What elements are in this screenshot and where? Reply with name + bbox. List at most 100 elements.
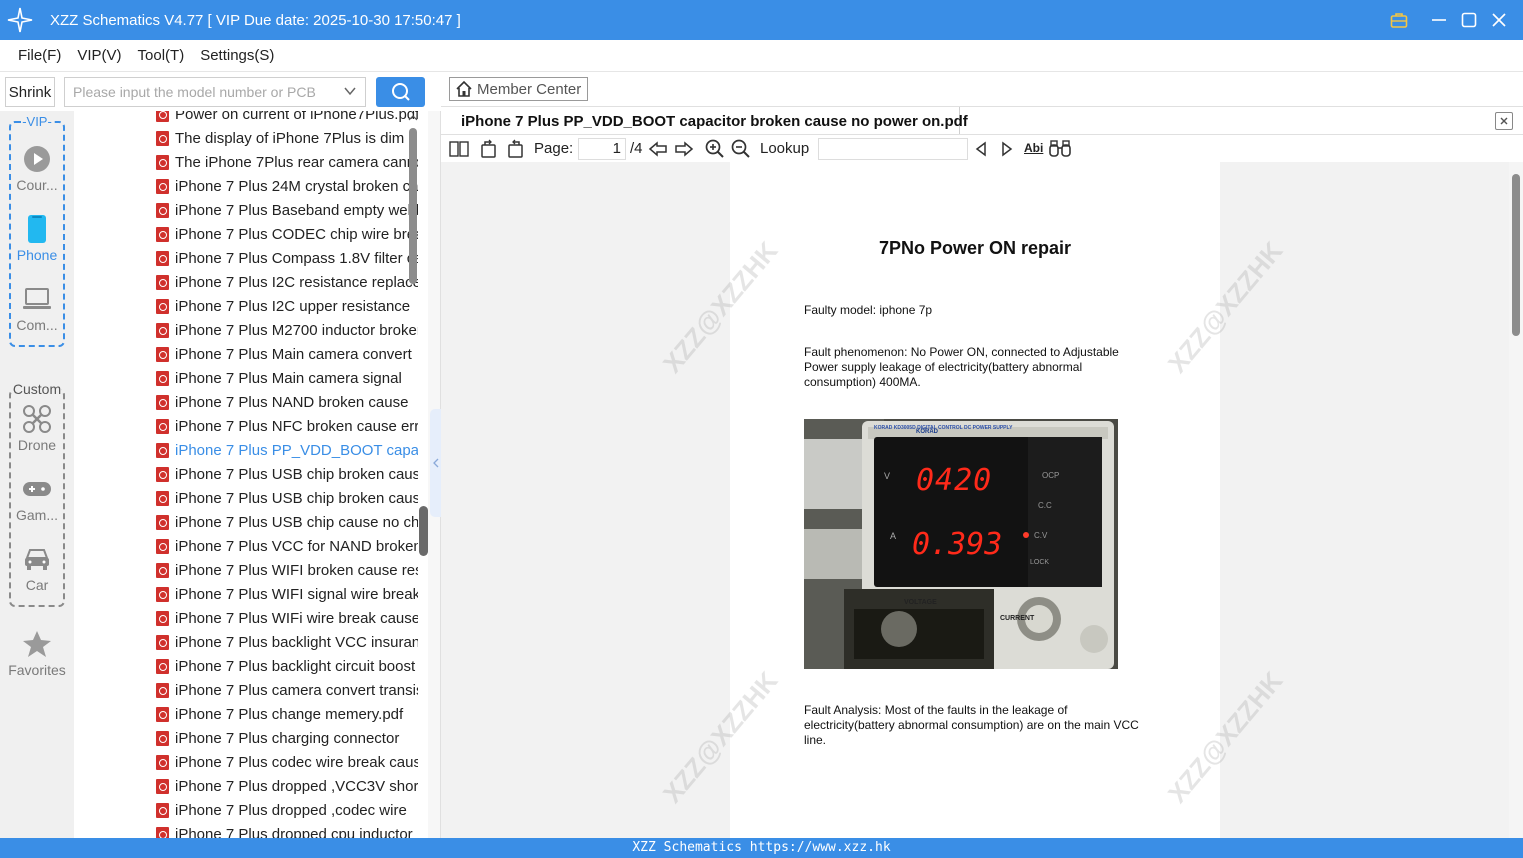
scrollbar-thumb[interactable] [1512,174,1520,336]
file-list-item[interactable]: iPhone 7 Plus I2C resistance replace [156,270,418,294]
file-list-item[interactable]: iPhone 7 Plus USB chip cause no charge [156,510,418,534]
category-sidebar: -VIP- Cour... Phone Com... Custom Drone … [0,111,74,838]
file-list-item[interactable]: iPhone 7 Plus backlight circuit boost [156,654,418,678]
scrollbar-thumb[interactable] [409,128,417,284]
category-drone[interactable]: Drone [0,401,74,465]
file-list-item[interactable]: iPhone 7 Plus dropped ,VCC3V short [156,774,418,798]
file-list-item[interactable]: iPhone 7 Plus NAND broken cause [156,390,418,414]
arrow-right-icon[interactable] [673,138,695,160]
rotate-right-icon[interactable] [504,138,526,160]
panel-splitter[interactable] [428,111,441,838]
arrow-left-icon[interactable] [647,138,669,160]
file-list-item[interactable]: iPhone 7 Plus WIFI signal wire break [156,582,418,606]
find-previous-icon[interactable] [971,138,991,160]
voltage-label: VOLTAGE [904,599,937,606]
lookup-input[interactable] [818,138,968,160]
rotate-left-icon[interactable] [478,138,500,160]
file-list-item[interactable]: The iPhone 7Plus rear camera cannot [156,150,418,174]
file-list-item[interactable]: iPhone 7 Plus codec wire break cause [156,750,418,774]
file-name: iPhone 7 Plus backlight VCC insurance [175,633,418,651]
category-phone[interactable]: Phone [0,211,74,275]
file-list-item[interactable]: iPhone 7 Plus M2700 inductor broken [156,318,418,342]
zoom-out-icon[interactable] [730,138,752,160]
find-next-icon[interactable] [997,138,1017,160]
page-number-input[interactable]: 1 [578,138,626,160]
file-list-item[interactable]: iPhone 7 Plus Compass 1.8V filter capaci… [156,246,418,270]
status-bar: XZZ Schematics https://www.xzz.hk [0,838,1523,858]
file-list-item[interactable]: iPhone 7 Plus VCC for NAND broken [156,534,418,558]
file-list-item[interactable]: Power on current of iPhone7Plus.pdf [156,111,418,126]
menu-tool[interactable]: Tool(T) [138,47,185,64]
lookup-label: Lookup [760,140,810,157]
category-car[interactable]: Car [0,541,74,605]
file-list-item[interactable]: iPhone 7 Plus 24M crystal broken cause [156,174,418,198]
file-list-item[interactable]: iPhone 7 Plus NFC broken cause error [156,414,418,438]
file-name: iPhone 7 Plus CODEC chip wire break [175,225,418,243]
category-course[interactable]: Cour... [0,141,74,205]
collapse-panel-button[interactable] [430,409,441,517]
two-page-view-icon[interactable] [448,138,470,160]
file-list-item[interactable]: iPhone 7 Plus CODEC chip wire break [156,222,418,246]
voltage-unit: V [884,471,891,481]
file-name: iPhone 7 Plus USB chip broken cause [175,489,418,507]
file-list-item[interactable]: The display of iPhone 7Plus is dim [156,126,418,150]
file-list-scrollbar[interactable] [408,111,418,838]
file-name: The display of iPhone 7Plus is dim [175,129,405,147]
member-center-button[interactable]: Member Center [449,77,588,101]
category-label: Favorites [8,662,66,678]
category-computer[interactable]: Com... [0,281,74,345]
search-button[interactable] [376,77,425,107]
scroll-up-icon[interactable] [408,113,418,123]
pdf-file-icon [156,298,169,314]
file-name: iPhone 7 Plus WIFi wire break cause [175,609,418,627]
shrink-button[interactable]: Shrink [5,77,55,107]
file-list-item[interactable]: iPhone 7 Plus Main camera signal [156,366,418,390]
file-list-item[interactable]: iPhone 7 Plus Main camera convert [156,342,418,366]
panel-scroll-handle[interactable] [419,506,428,556]
file-list-item[interactable]: iPhone 7 Plus USB chip broken cause [156,486,418,510]
pdf-scrollbar[interactable] [1509,162,1523,838]
document-tab[interactable]: iPhone 7 Plus PP_VDD_BOOT capacitor brok… [441,107,968,135]
search-input[interactable] [65,78,330,106]
match-case-button[interactable]: Abi [1024,141,1043,155]
binoculars-icon[interactable] [1048,138,1072,160]
file-list-item[interactable]: iPhone 7 Plus WIFi wire break cause [156,606,418,630]
menu-vip[interactable]: VIP(V) [77,47,121,64]
pdf-viewport[interactable]: 7PNo Power ON repair Faulty model: iphon… [441,162,1523,838]
close-button[interactable] [1484,0,1514,40]
app-logo-icon [0,0,40,40]
file-list-item[interactable]: iPhone 7 Plus USB chip broken cause [156,462,418,486]
chevron-down-icon[interactable] [343,84,357,101]
pdf-file-icon [156,202,169,218]
file-name: iPhone 7 Plus PP_VDD_BOOT capacitor [175,441,418,459]
minimize-button[interactable] [1424,0,1454,40]
file-list-item[interactable]: iPhone 7 Plus backlight VCC insurance [156,630,418,654]
menu-settings[interactable]: Settings(S) [200,47,274,64]
model-search-box[interactable] [64,77,366,107]
close-tab-button[interactable] [1495,112,1513,130]
file-list-item[interactable]: iPhone 7 Plus I2C upper resistance [156,294,418,318]
file-name: iPhone 7 Plus change memery.pdf [175,705,404,723]
category-favorites[interactable]: Favorites [0,626,74,690]
pdf-file-icon [156,226,169,242]
file-name: Power on current of iPhone7Plus.pdf [175,111,418,123]
file-list-item[interactable]: iPhone 7 Plus change memery.pdf [156,702,418,726]
file-list-item[interactable]: iPhone 7 Plus charging connector [156,726,418,750]
zoom-in-icon[interactable] [704,138,726,160]
pdf-file-icon [156,466,169,482]
pdf-file-icon [156,634,169,650]
maximize-button[interactable] [1454,0,1484,40]
document-tab-bar: iPhone 7 Plus PP_VDD_BOOT capacitor brok… [441,106,1523,135]
menu-file[interactable]: File(F) [18,47,61,64]
file-list-item[interactable]: iPhone 7 Plus dropped cpu inductor [156,822,418,838]
file-list-item[interactable]: iPhone 7 Plus camera convert transistor [156,678,418,702]
vip-group-label: -VIP- [21,114,53,129]
category-game[interactable]: Gam... [0,471,74,535]
file-list-item[interactable]: iPhone 7 Plus WIFI broken cause restart [156,558,418,582]
vip-bag-icon[interactable] [1384,0,1414,40]
file-list-item[interactable]: iPhone 7 Plus dropped ,codec wire [156,798,418,822]
file-list-item[interactable]: iPhone 7 Plus Baseband empty weld [156,198,418,222]
lock-label: LOCK [1030,559,1050,566]
pdf-file-icon [156,250,169,266]
file-list-item[interactable]: iPhone 7 Plus PP_VDD_BOOT capacitor [156,438,418,462]
